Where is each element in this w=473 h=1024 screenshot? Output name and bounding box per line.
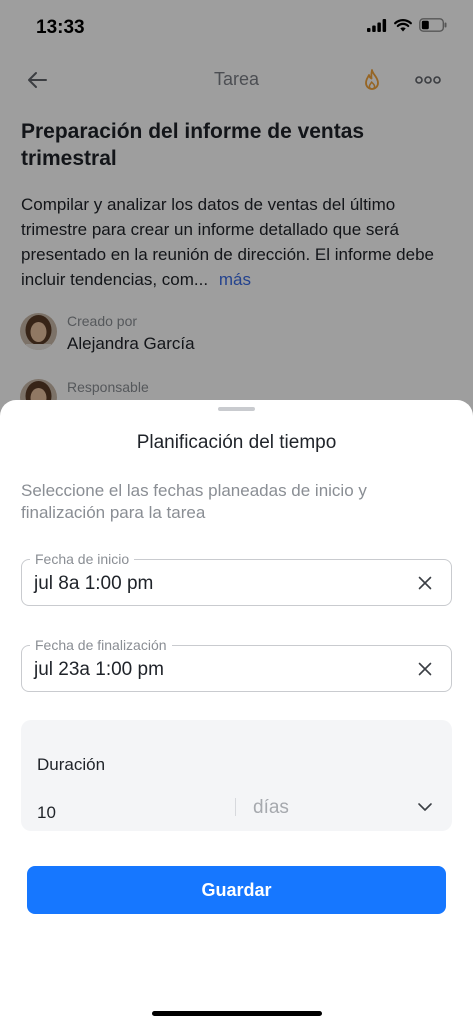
- end-date-value: jul 23a 1:00 pm: [34, 659, 164, 680]
- sheet-drag-handle[interactable]: [218, 407, 255, 411]
- time-planning-sheet: Planificación del tiempo Seleccione el l…: [0, 400, 473, 1024]
- home-indicator: [152, 1011, 322, 1016]
- clear-end-date-button[interactable]: [415, 659, 435, 679]
- start-date-label: Fecha de inicio: [30, 550, 135, 568]
- sheet-title: Planificación del tiempo: [136, 432, 337, 453]
- end-date-field[interactable]: Fecha de finalización jul 23a 1:00 pm: [21, 636, 452, 692]
- start-date-value: jul 8a 1:00 pm: [34, 573, 154, 594]
- duration-divider: [235, 798, 236, 816]
- duration-value-input[interactable]: 10: [37, 803, 56, 823]
- duration-unit-dropdown[interactable]: [416, 800, 434, 814]
- duration-unit-select[interactable]: días: [253, 797, 289, 819]
- start-date-field[interactable]: Fecha de inicio jul 8a 1:00 pm: [21, 550, 452, 606]
- task-detail-screen: 13:33 Tarea Preparación del informe de v…: [0, 0, 473, 1024]
- chevron-down-icon: [418, 803, 432, 811]
- clear-start-date-button[interactable]: [415, 573, 435, 593]
- sheet-subtitle: Seleccione el las fechas planeadas de in…: [21, 481, 367, 522]
- save-button[interactable]: Guardar: [27, 866, 446, 914]
- duration-panel: Duración 10 días: [21, 720, 452, 831]
- duration-label: Duración: [37, 755, 106, 774]
- close-icon: [418, 576, 432, 590]
- close-icon: [418, 662, 432, 676]
- end-date-label: Fecha de finalización: [30, 636, 172, 654]
